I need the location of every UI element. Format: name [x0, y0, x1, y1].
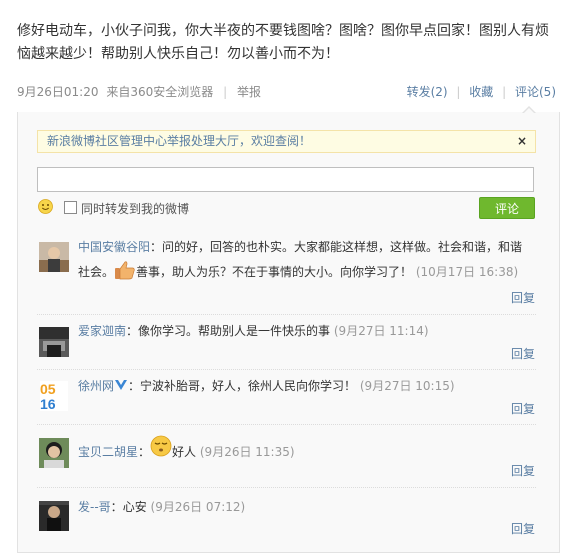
- comment-input[interactable]: [37, 167, 534, 192]
- comment-time: (9月26日 07:12): [150, 500, 246, 514]
- avatar-number-top: 05: [40, 381, 56, 397]
- comment-item: 发--哥：心安 (9月26日 07:12) 回复: [37, 488, 536, 546]
- comment-time: (9月27日 10:15): [359, 379, 455, 393]
- comment-item: 宝贝二胡星： 好人 (9月26日 11:35) 回复: [37, 425, 536, 488]
- comment-link[interactable]: 评论(5): [515, 85, 556, 99]
- forward-link[interactable]: 转发(2): [407, 85, 448, 99]
- repost-label: 同时转发到我的微博: [81, 202, 190, 216]
- comment-time: (9月27日 11:14): [333, 324, 429, 338]
- comment-body: 爱家迦南：像你学习。帮助别人是一件快乐的事 (9月27日 11:14): [78, 319, 533, 344]
- comment-separator: ：: [138, 445, 151, 459]
- reply-link[interactable]: 回复: [511, 462, 535, 479]
- notice-bar: 新浪微博社区管理中心举报处理大厅，欢迎查阅！ ×: [37, 130, 536, 153]
- comment-author[interactable]: 宝贝二胡星: [78, 445, 138, 459]
- comment-time: (9月26日 11:35): [199, 445, 295, 459]
- close-icon[interactable]: ×: [517, 131, 527, 152]
- comment-separator: ：: [150, 240, 163, 254]
- reply-link[interactable]: 回复: [511, 289, 535, 306]
- smiley-icon[interactable]: [38, 199, 53, 214]
- reply-link[interactable]: 回复: [511, 345, 535, 362]
- sleepy-face-icon: [150, 435, 172, 457]
- avatar[interactable]: [39, 438, 69, 468]
- comment-body: 徐州网 ：宁波补胎哥，好人，徐州人民向你学习！ (9月27日 10:15): [78, 374, 533, 399]
- comment-item: 05 16 徐州网 ：宁波补胎哥，好人，徐州人民向你学习！ (9月27日 10:1…: [37, 370, 536, 425]
- avatar-number-bottom: 16: [40, 396, 56, 411]
- post-actions: 转发(2) | 收藏 | 评论(5): [407, 83, 556, 100]
- comment-separator: ：: [110, 500, 123, 514]
- post-text: 修好电动车，小伙子问我，你大半夜的不要钱图啥？图啥？图你早点回家！图别人有烦恼越…: [17, 23, 549, 62]
- comment-author[interactable]: 徐州网: [78, 379, 114, 393]
- action-divider: |: [502, 85, 507, 99]
- avatar[interactable]: [39, 501, 69, 531]
- avatar[interactable]: 05 16: [39, 381, 69, 411]
- comment-body: 发--哥：心安 (9月26日 07:12): [78, 495, 533, 520]
- comment-author[interactable]: 爱家迦南: [78, 324, 126, 338]
- avatar[interactable]: [39, 242, 69, 272]
- favorite-link[interactable]: 收藏: [469, 85, 493, 99]
- comment-item: 中国安徽谷阳：问的好，回答的也朴实。大家都能这样想，这样做。社会和谐，和谐社会。…: [37, 234, 536, 315]
- comment-separator: ：: [126, 324, 139, 338]
- reply-link[interactable]: 回复: [511, 400, 535, 417]
- comment-text: 像你学习。帮助别人是一件快乐的事: [138, 324, 331, 338]
- notice-link[interactable]: 新浪微博社区管理中心举报处理大厅，欢迎查阅！: [47, 134, 311, 148]
- post-meta: 9月26日01:20 来自360安全浏览器 | 举报: [17, 83, 261, 100]
- submit-comment-button[interactable]: 评论: [479, 197, 535, 219]
- post-source-link[interactable]: 来自360安全浏览器: [106, 85, 213, 99]
- comment-text: 好人: [172, 445, 197, 459]
- meta-divider: |: [223, 85, 228, 99]
- comment-author[interactable]: 发--哥: [78, 500, 111, 514]
- thumbs-up-icon: [115, 261, 135, 280]
- repost-checkbox[interactable]: [64, 201, 77, 214]
- comment-text: 宁波补胎哥，好人，徐州人民向你学习！: [140, 379, 357, 393]
- action-divider: |: [456, 85, 461, 99]
- reply-link[interactable]: 回复: [511, 520, 535, 537]
- comment-text: 心安: [122, 500, 147, 514]
- comment-author[interactable]: 中国安徽谷阳: [78, 240, 150, 254]
- post-date-link[interactable]: 9月26日01:20: [17, 85, 99, 99]
- comment-body: 宝贝二胡星： 好人 (9月26日 11:35): [78, 435, 533, 465]
- avatar[interactable]: [39, 327, 69, 357]
- comment-separator: ：: [128, 379, 141, 393]
- comment-time: (10月17日 16:38): [415, 265, 519, 279]
- comment-body: 中国安徽谷阳：问的好，回答的也朴实。大家都能这样想，这样做。社会和谐，和谐社会。…: [78, 235, 533, 285]
- comment-item: 爱家迦南：像你学习。帮助别人是一件快乐的事 (9月27日 11:14) 回复: [37, 315, 536, 370]
- verified-icon: [115, 380, 128, 390]
- report-link[interactable]: 举报: [237, 85, 261, 99]
- comment-text: 善事，助人为乐？不在于事情的大小。向你学习了！: [136, 265, 413, 279]
- panel-caret-inner: [523, 108, 535, 114]
